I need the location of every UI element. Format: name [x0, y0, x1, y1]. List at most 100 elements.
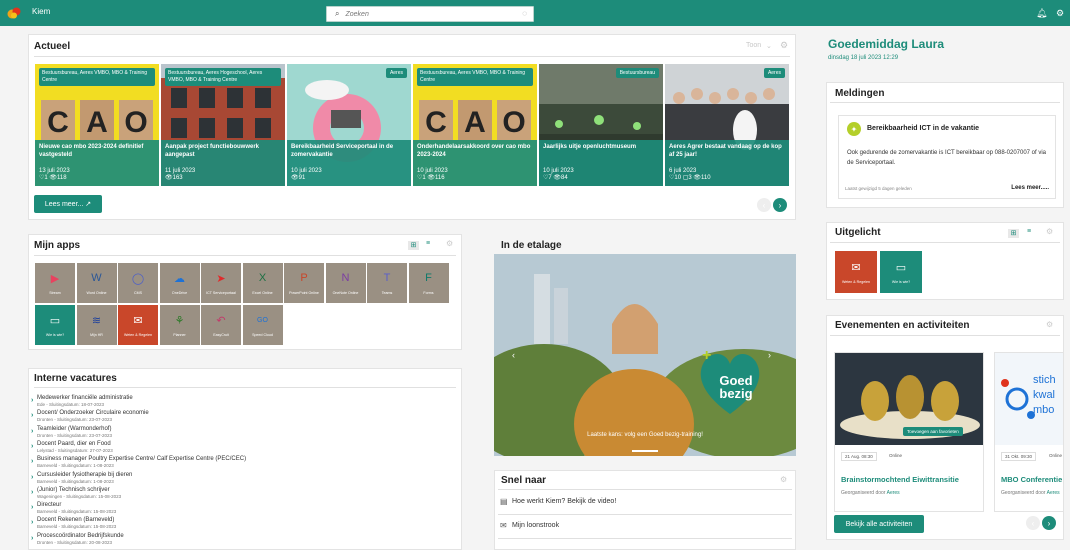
event-card[interactable]: Toevoegen aan favorieten 21 Aug. 08:30 O… — [834, 352, 984, 512]
tile-overlay: Bereikbaarheid Serviceportaal in de zome… — [287, 140, 411, 186]
vacature-title: Directeur — [37, 502, 62, 509]
app-tile[interactable]: T Teams — [367, 263, 407, 303]
settings-icon[interactable]: ⚙ — [446, 239, 453, 248]
news-tile[interactable]: Bestuursbureau Jaarlijks uitje openlucht… — [539, 64, 663, 186]
vacature-item[interactable]: › Cursusleider fysiotherapie bij dieren Ba… — [31, 472, 457, 484]
vacature-item[interactable]: › Docent/ Onderzoeker Circulaire economie… — [31, 410, 457, 422]
toon-toggle[interactable]: Toon — [746, 42, 761, 49]
app-tile[interactable]: F Forms — [408, 263, 449, 303]
snel-naar-item[interactable]: ✉ Mijn loonstrook — [500, 521, 559, 530]
tile-tag: Aeres — [385, 68, 407, 78]
vacature-item[interactable]: › Directeur Barneveld - Sluitingsdatum: 15… — [31, 502, 457, 514]
app-tile[interactable]: ▶ Stream — [35, 263, 75, 303]
app-tile[interactable]: ➤ ICT Serviceportaal — [201, 263, 241, 303]
app-tile[interactable]: GO Speed Cloud — [242, 305, 283, 345]
event-title[interactable]: Brainstormochtend Eiwittransitie — [841, 475, 959, 484]
app-icon: X — [258, 272, 267, 284]
news-tile[interactable]: Aeres Aeres Agrer bestaat vandaag op de … — [665, 64, 789, 186]
event-card[interactable]: stich kwal mbo 31 Okt. 09:30 Online MBO … — [994, 352, 1064, 512]
kiem-logo[interactable] — [7, 6, 21, 20]
mail-icon: ✉ — [500, 521, 507, 530]
app-tile[interactable]: N OneNote Online — [325, 263, 366, 303]
event-location: Online — [889, 453, 903, 458]
bekijk-alle-activiteiten-button[interactable]: Bekijk alle activiteiten — [834, 515, 924, 533]
chevron-down-icon[interactable]: ⌄ — [766, 42, 772, 50]
grid-view-icon[interactable]: ⊞ — [408, 241, 419, 250]
app-label: OneNote Online — [332, 291, 359, 295]
news-tile[interactable]: Aeres Bereikbaarheid Serviceportaal in d… — [287, 64, 411, 186]
tile-tag: Bestuursbureau, Aeres VMBO, MBO & Traini… — [417, 68, 533, 86]
notification-more-link[interactable]: Lees meer..... — [1011, 185, 1049, 191]
svg-text:kwal: kwal — [1033, 389, 1055, 401]
svg-text:A: A — [86, 106, 108, 139]
app-tile[interactable]: W Word Online — [76, 263, 117, 303]
app-label: Planner — [173, 333, 186, 337]
vacature-item[interactable]: › Docent Paard, dier en Food Lelystad - Sl… — [31, 441, 457, 453]
vacature-item[interactable]: › Procescoördinator Bedrijfskunde Dronten … — [31, 533, 457, 545]
vacature-item[interactable]: › Medewerker financiële administratie Ede … — [31, 395, 457, 407]
search-box[interactable]: ⌕ Zoeken ◌ — [326, 6, 534, 22]
chevron-right-icon[interactable]: › — [768, 350, 771, 360]
etalage-title: In de etalage — [501, 240, 562, 251]
tile-tag: Bestuursbureau, Aeres Hogeschool, Aeres … — [165, 68, 281, 86]
list-view-icon[interactable]: ≡ — [426, 240, 430, 247]
gear-icon[interactable]: ⚙ — [1056, 8, 1064, 19]
app-icon: T — [383, 272, 391, 284]
app-tile[interactable]: ≋ Mijn HR — [76, 305, 117, 345]
settings-icon[interactable]: ⚙ — [1046, 227, 1053, 236]
app-tile[interactable]: ◯ CMS — [118, 263, 158, 303]
list-view-icon[interactable]: ≡ — [1027, 228, 1031, 235]
tile-overlay: Aanpak project functiebouwwerk aangepast… — [161, 140, 285, 186]
uitgelicht-app-wie-is-wie[interactable]: ▭ Wie is wie? — [880, 251, 922, 293]
app-tile[interactable]: ✉ Weten & Regelen — [118, 305, 158, 345]
prev-arrow-icon[interactable]: ‹ — [1026, 516, 1040, 530]
vacature-item[interactable]: › (Junior) Technisch schrijver Wageningen … — [31, 487, 457, 499]
vacature-subtitle: Barneveld - Sluitingsdatum: 1-08-2023 — [37, 478, 114, 484]
snel-naar-title: Snel naar — [501, 475, 547, 486]
bell-icon[interactable]: 🔔︎ — [1036, 8, 1047, 19]
chevron-right-icon: › — [31, 504, 34, 512]
divider — [498, 514, 792, 515]
app-tile[interactable]: ↶ EasyCruit — [201, 305, 241, 345]
top-bar: Kiem ⌕ Zoeken ◌ 🔔︎ ⚙ — [0, 0, 1070, 26]
prev-arrow-icon[interactable]: ‹ — [757, 198, 771, 212]
app-icon: ◯ — [131, 272, 145, 285]
chevron-left-icon[interactable]: ‹ — [512, 350, 515, 360]
app-tile[interactable]: ▭ Wie is wie? — [35, 305, 75, 345]
search-input[interactable]: Zoeken — [345, 11, 368, 18]
vacature-item[interactable]: › Teamleider (Warmonderhof) Dronten - Slui… — [31, 426, 457, 438]
news-tile[interactable]: C A O Bestuursbureau, Aeres VMBO, MBO & … — [413, 64, 537, 186]
news-tile[interactable]: Bestuursbureau, Aeres Hogeschool, Aeres … — [161, 64, 285, 186]
next-arrow-icon[interactable]: › — [1042, 516, 1056, 530]
next-arrow-icon[interactable]: › — [773, 198, 787, 212]
app-label: Weten & Regelen — [123, 333, 153, 337]
tile-title: Onderhandelaarsakkoord over cao mbo 2023… — [417, 144, 531, 158]
tile-overlay: Aeres Agrer bestaat vandaag op de kop af… — [665, 140, 789, 186]
notification-item[interactable]: ✦ Bereikbaarheid ICT in de vakantie Ook … — [838, 115, 1056, 199]
grid-view-icon[interactable]: ⊞ — [1008, 229, 1019, 238]
svg-text:A: A — [464, 106, 486, 139]
carousel-indicator[interactable] — [632, 450, 658, 452]
event-title[interactable]: MBO Conferentie — [1001, 475, 1062, 484]
settings-icon[interactable]: ⚙ — [780, 475, 787, 484]
divider — [34, 255, 456, 256]
vacature-item[interactable]: › Docent Rekenen (Barneveld) Barneveld - S… — [31, 517, 457, 529]
app-tile[interactable]: ⚘ Planner — [159, 305, 200, 345]
settings-icon[interactable]: ⚙ — [780, 40, 788, 51]
app-icon: ↶ — [216, 314, 226, 327]
etalage-banner[interactable]: + Goed bezig Laatste kans: volg een Goed… — [494, 254, 796, 456]
app-tile[interactable]: ☁ OneDrive — [159, 263, 200, 303]
vacature-item[interactable]: › Business manager Poultry Expertise Cent… — [31, 456, 457, 468]
lees-meer-button[interactable]: Lees meer... ↗ — [34, 195, 102, 213]
vacature-subtitle: Wageningen - Sluitingsdatum: 15-08-2023 — [37, 493, 122, 499]
uitgelicht-app-weten-regelen[interactable]: ✉ Weten & Regelen — [835, 251, 877, 293]
favorite-badge[interactable]: Toevoegen aan favorieten — [903, 427, 963, 436]
news-tile[interactable]: C A O Bestuursbureau, Aeres VMBO, MBO & … — [35, 64, 159, 186]
tile-meta: 👁91 — [291, 175, 306, 181]
settings-icon[interactable]: ⚙ — [1046, 320, 1053, 329]
snel-naar-item[interactable]: ▤ Hoe werkt Kiem? Bekijk de video! — [500, 497, 616, 506]
app-tile[interactable]: X Excel Online — [242, 263, 283, 303]
chevron-right-icon: › — [31, 397, 34, 404]
app-tile[interactable]: P PowerPoint Online — [284, 263, 324, 303]
clear-icon[interactable]: ◌ — [522, 9, 527, 18]
